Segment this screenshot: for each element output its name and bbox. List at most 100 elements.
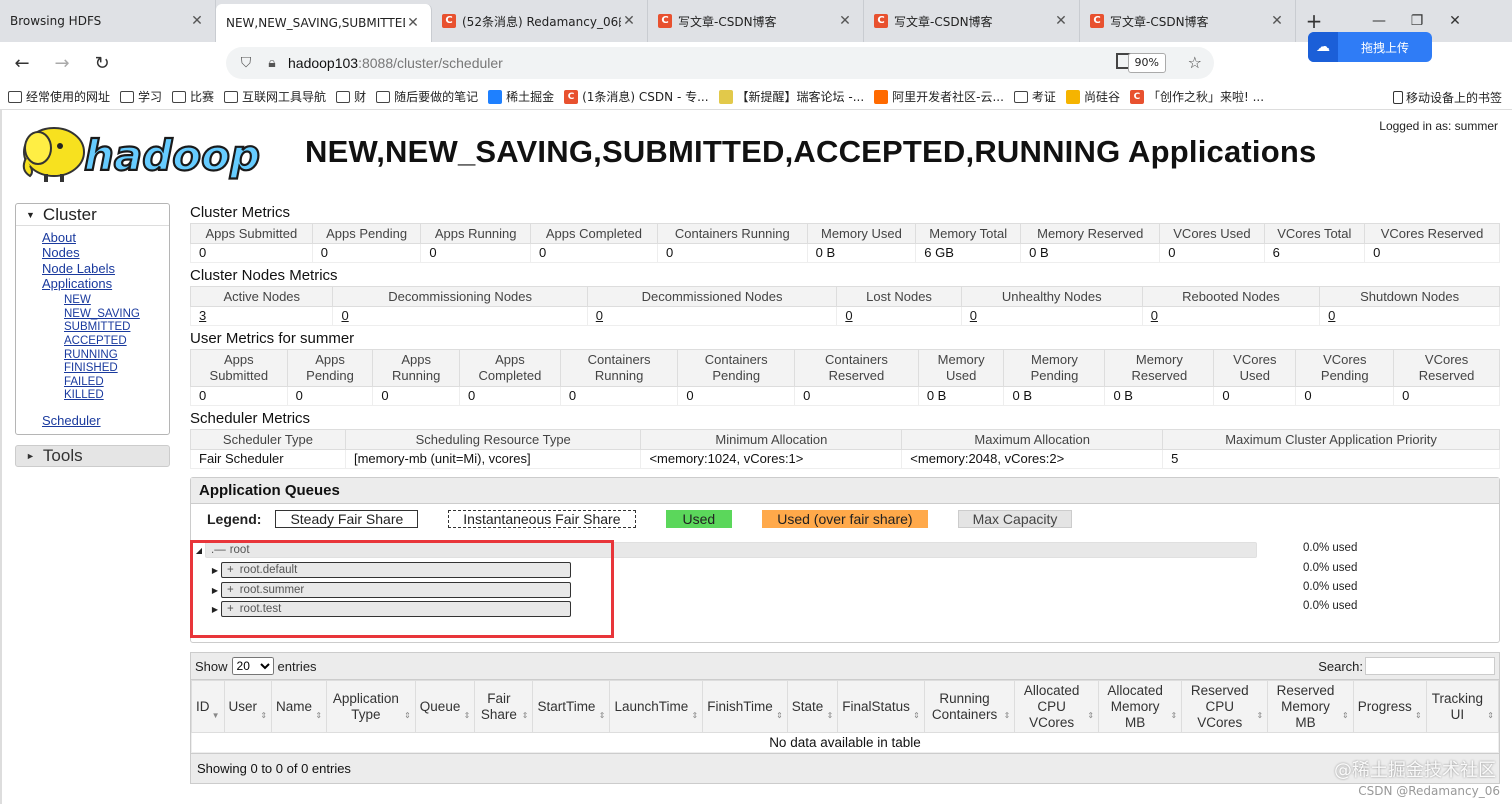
column-header: VCores Used bbox=[1213, 349, 1297, 387]
metric-link[interactable]: 0 bbox=[970, 308, 977, 323]
nav-node-labels-link[interactable]: Node Labels bbox=[42, 261, 115, 276]
bookmark-item[interactable]: 比赛 bbox=[172, 88, 214, 105]
nav-state-killed[interactable]: KILLED bbox=[64, 389, 104, 401]
close-tab-icon[interactable]: ✕ bbox=[1053, 13, 1069, 29]
folder-icon bbox=[8, 90, 22, 103]
sortable-column-header[interactable]: Tracking UI ⇕ bbox=[1425, 680, 1500, 733]
close-tab-icon[interactable]: ✕ bbox=[189, 13, 205, 29]
column-header: Apps Pending bbox=[286, 349, 374, 387]
browser-tab[interactable]: C (52条消息) Redamancy_06的博客✕ bbox=[432, 0, 648, 42]
browser-tab[interactable]: C 写文章-CSDN博客 ✕ bbox=[648, 0, 864, 42]
column-label: Application Type bbox=[332, 690, 399, 722]
sortable-column-header[interactable]: Allocated CPU VCores ⇕ bbox=[1014, 680, 1100, 733]
browser-tab[interactable]: NEW,NEW_SAVING,SUBMITTED,ACCEPTED,RUNNIN… bbox=[216, 4, 432, 42]
forward-icon[interactable]: → bbox=[44, 45, 80, 81]
browser-tab[interactable]: Browsing HDFS ✕ bbox=[0, 0, 216, 42]
shield-icon[interactable]: ⛉ bbox=[236, 55, 256, 71]
sortable-column-header[interactable]: Fair Share ⇕ bbox=[474, 680, 534, 733]
bookmark-label: 学习 bbox=[138, 90, 163, 104]
bookmark-item[interactable]: C 「创作之秋」来啦! ... bbox=[1129, 88, 1264, 105]
sortable-column-header[interactable]: Reserved Memory MB ⇕ bbox=[1267, 680, 1354, 733]
metric-value: 0 B bbox=[1104, 386, 1215, 406]
sortable-column-header[interactable]: Running Containers ⇕ bbox=[923, 680, 1016, 733]
metric-link[interactable]: 3 bbox=[199, 308, 206, 323]
close-window-button[interactable]: ✕ bbox=[1436, 0, 1474, 42]
bookmark-item[interactable]: 学习 bbox=[120, 88, 162, 105]
close-tab-icon[interactable]: ✕ bbox=[405, 15, 421, 31]
back-icon[interactable]: ← bbox=[4, 45, 40, 81]
sortable-column-header[interactable]: Allocated Memory MB ⇕ bbox=[1098, 680, 1183, 733]
nav-scheduler-link[interactable]: Scheduler bbox=[42, 413, 101, 428]
sortable-column-header[interactable]: FinishTime ⇕ bbox=[702, 680, 788, 733]
bookmark-item[interactable]: 财 bbox=[336, 88, 366, 105]
mobile-bookmarks[interactable]: 移动设备上的书签 bbox=[1392, 89, 1502, 106]
hadoop-logo[interactable]: hadoop bbox=[16, 118, 286, 190]
nav-state-failed[interactable]: FAILED bbox=[64, 376, 104, 388]
close-tab-icon[interactable]: ✕ bbox=[621, 13, 637, 29]
metric-link[interactable]: 0 bbox=[341, 308, 348, 323]
column-header: Memory Reserved bbox=[1104, 349, 1215, 387]
nav-applications-link[interactable]: Applications bbox=[42, 276, 112, 291]
bookmarks-list: 经常使用的网址 学习 比赛 互联网工具导航财随后要做的笔记 稀土掘金 C (1条消息) CS… bbox=[8, 88, 1274, 105]
nav-state-new[interactable]: NEW bbox=[64, 294, 91, 306]
bookmark-label: 考证 bbox=[1031, 90, 1056, 104]
close-tab-icon[interactable]: ✕ bbox=[1269, 13, 1285, 29]
bookmark-item[interactable]: 互联网工具导航 bbox=[224, 88, 326, 105]
address-bar[interactable]: ⛉ 🔒︎ hadoop103:8088/cluster/scheduler 90… bbox=[226, 47, 1214, 79]
nav-nodes-link[interactable]: Nodes bbox=[42, 245, 80, 260]
baidu-upload-button[interactable]: ☁ 拖拽上传 bbox=[1308, 32, 1432, 62]
bookmark-item[interactable]: C (1条消息) CSDN - 专... bbox=[564, 88, 709, 105]
bookmark-item[interactable]: 考证 bbox=[1013, 88, 1056, 105]
nav-about-link[interactable]: About bbox=[42, 230, 76, 245]
sortable-column-header[interactable]: StartTime ⇕ bbox=[532, 680, 611, 733]
bookmark-star-icon[interactable]: ☆ bbox=[1188, 53, 1202, 72]
bookmark-label: 互联网工具导航 bbox=[242, 90, 327, 104]
lock-icon[interactable]: 🔒︎ bbox=[262, 55, 282, 71]
sortable-column-header[interactable]: Name ⇕ bbox=[271, 680, 328, 733]
metric-link[interactable]: 0 bbox=[1151, 308, 1158, 323]
sortable-column-header[interactable]: Reserved CPU VCores ⇕ bbox=[1181, 680, 1269, 733]
sortable-column-header[interactable]: State ⇕ bbox=[786, 680, 839, 733]
nav-state-submitted[interactable]: SUBMITTED bbox=[64, 321, 130, 333]
bookmark-item[interactable]: 随后要做的笔记 bbox=[376, 88, 478, 105]
search-input[interactable] bbox=[1365, 657, 1495, 675]
sortable-column-header[interactable]: FinalStatus ⇕ bbox=[837, 680, 925, 733]
column-header: Containers Running bbox=[559, 349, 679, 387]
browser-tab[interactable]: C 写文章-CSDN博客 ✕ bbox=[864, 0, 1080, 42]
tab-title: (52条消息) Redamancy_06的博客 bbox=[462, 14, 621, 29]
metric-link[interactable]: 0 bbox=[845, 308, 852, 323]
bookmark-item[interactable]: 经常使用的网址 bbox=[8, 88, 110, 105]
bookmark-label: 稀土掘金 bbox=[506, 90, 555, 104]
bookmark-item[interactable]: 阿里开发者社区-云... bbox=[874, 88, 1004, 105]
folder-icon bbox=[120, 90, 135, 103]
sortable-column-header[interactable]: User ⇕ bbox=[223, 680, 273, 733]
tools-section[interactable]: ► Tools bbox=[15, 445, 170, 468]
bookmark-item[interactable]: 尚硅谷 bbox=[1065, 88, 1120, 105]
sortable-column-header[interactable]: Progress ⇕ bbox=[1352, 680, 1427, 733]
sortable-column-header[interactable]: LaunchTime ⇕ bbox=[609, 680, 704, 733]
tab-bar: Browsing HDFS✕NEW,NEW_SAVING,SUBMITTED,A… bbox=[0, 0, 1512, 42]
nav-state-accepted[interactable]: ACCEPTED bbox=[64, 335, 127, 347]
column-header: Unhealthy Nodes bbox=[960, 286, 1143, 307]
application-queues-title[interactable]: Application Queues bbox=[191, 478, 1499, 504]
sortable-column-header[interactable]: ID ▼ bbox=[191, 680, 225, 733]
cluster-section: ▼ Cluster About Nodes Node Labels Applic… bbox=[15, 203, 170, 436]
queue-usage: 0.0% used bbox=[1303, 542, 1358, 554]
cluster-header[interactable]: ▼ Cluster bbox=[16, 204, 169, 226]
metric-link[interactable]: 0 bbox=[1328, 308, 1335, 323]
page-size-select[interactable]: 20 bbox=[231, 657, 274, 675]
bookmark-item[interactable]: 稀土掘金 bbox=[488, 88, 554, 105]
browser-tab[interactable]: C 写文章-CSDN博客 ✕ bbox=[1080, 0, 1296, 42]
reload-icon[interactable]: ↻ bbox=[84, 45, 120, 81]
sortable-column-header[interactable]: Application Type ⇕ bbox=[326, 680, 416, 733]
metric-value: 0 bbox=[1213, 386, 1297, 406]
sortable-column-header[interactable]: Queue ⇕ bbox=[414, 680, 476, 733]
close-tab-icon[interactable]: ✕ bbox=[837, 13, 853, 29]
metric-link[interactable]: 0 bbox=[596, 308, 603, 323]
watermark: @稀土掘金技术社区 bbox=[1334, 760, 1496, 781]
bookmark-item[interactable]: 【新提醒】瑞客论坛 -... bbox=[718, 88, 864, 105]
zoom-level[interactable]: 90% bbox=[1127, 53, 1166, 73]
nav-state-finished[interactable]: FINISHED bbox=[64, 362, 118, 374]
nav-state-new-saving[interactable]: NEW_SAVING bbox=[64, 308, 140, 320]
nav-state-running[interactable]: RUNNING bbox=[64, 349, 118, 361]
